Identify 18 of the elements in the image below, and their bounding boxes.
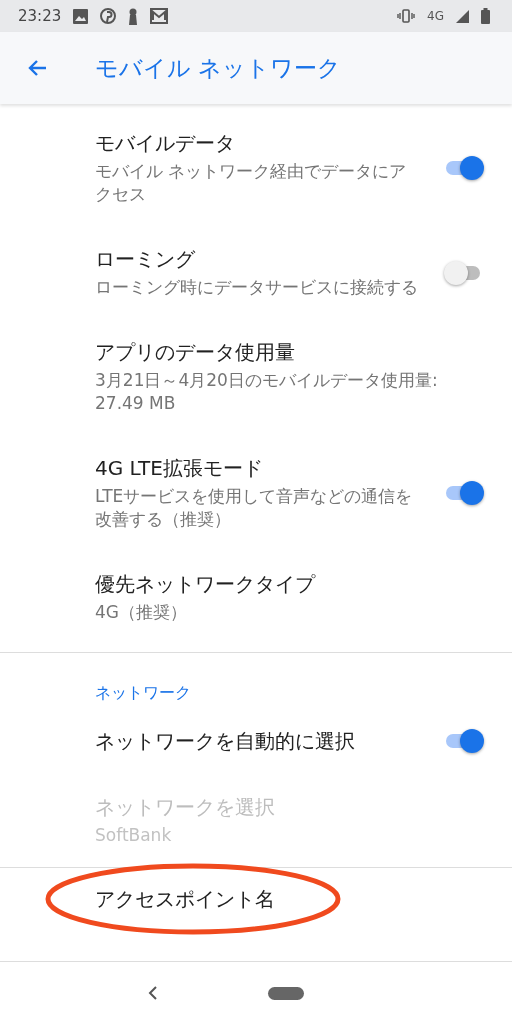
status-time: 23:23	[18, 7, 62, 25]
setting-summary: LTEサービスを使用して音声などの通信を改善する（推奨）	[95, 485, 414, 531]
page-title: モバイル ネットワーク	[95, 53, 342, 83]
setting-title: 優先ネットワークタイプ	[95, 571, 317, 597]
setting-title: 4G LTE拡張モード	[95, 455, 264, 481]
setting-summary: 3月21日～4月20日のモバイルデータ使用量: 27.49 MB	[95, 369, 439, 415]
section-header: ネットワーク	[94, 682, 192, 704]
setting-title: アクセスポイント名	[95, 886, 276, 912]
setting-summary: SoftBank	[95, 824, 173, 847]
setting-title: ネットワークを選択	[95, 794, 276, 820]
setting-summary: ローミング時にデータサービスに接続する	[95, 276, 418, 299]
setting-title: ネットワークを自動的に選択	[95, 728, 356, 754]
network-type: 4G	[427, 9, 444, 23]
setting-title: アプリのデータ使用量	[95, 339, 296, 365]
setting-summary: 4G（推奨）	[95, 601, 188, 624]
setting-summary: モバイル ネットワーク経由でデータにアクセス	[95, 160, 408, 206]
setting-title: モバイルデータ	[95, 130, 236, 156]
setting-title: ローミング	[95, 246, 196, 272]
